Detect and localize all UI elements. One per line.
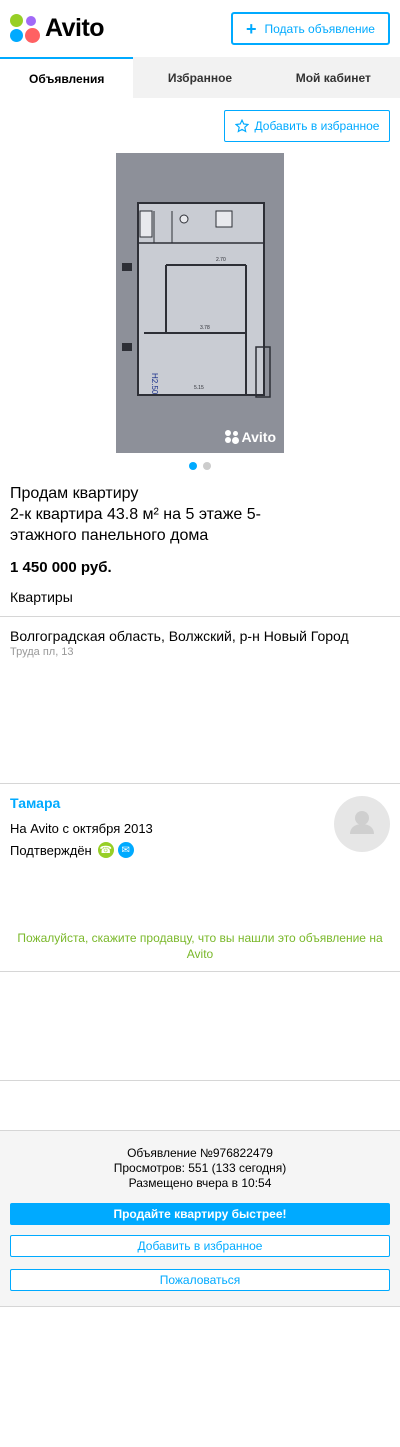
seller-notice: Пожалуйста, скажите продавцу, что вы наш… (17, 931, 383, 961)
seller-since: На Avito с октября 2013 (10, 821, 153, 836)
listing-address: Волгоградская область, Волжский, р-н Нов… (10, 628, 349, 644)
tab-label: Избранное (167, 70, 233, 85)
listing-street: Труда пл, 13 (10, 646, 74, 658)
tab-favorites[interactable]: Избранное (133, 57, 266, 98)
divider (0, 616, 400, 617)
plan-label: H2.50 (150, 373, 159, 395)
seller-verified: Подтверждён ☎ ✉ (10, 842, 134, 858)
listing-category: Квартиры (10, 589, 73, 605)
plan-label: 5.15 (194, 385, 204, 391)
tab-listings[interactable]: Объявления (0, 57, 134, 98)
avatar (334, 796, 390, 852)
divider (0, 971, 400, 972)
floor-plan-image: 2.70 3.78 5.15 H2.50 (116, 153, 284, 453)
divider (0, 1080, 400, 1081)
plan-label: 2.70 (216, 257, 226, 263)
avito-watermark: Avito (224, 429, 276, 445)
tab-label: Объявления (29, 71, 105, 86)
star-icon (234, 119, 249, 133)
add-to-favorites-button[interactable]: Добавить в избранное (224, 110, 390, 142)
plan-label: 3.78 (200, 325, 210, 331)
report-button[interactable]: Пожаловаться (10, 1269, 390, 1291)
posted-time: Размещено вчера в 10:54 (128, 1176, 272, 1190)
ad-number: Объявление №976822479 (127, 1146, 273, 1160)
user-silhouette-icon (350, 811, 374, 834)
pager-dot-active[interactable] (189, 462, 197, 470)
tab-label: Мой кабинет (295, 70, 371, 85)
view-count: Просмотров: 551 (133 сегодня) (113, 1161, 287, 1175)
add-to-favorites-label: Добавить в избранное (254, 119, 380, 133)
post-ad-button[interactable]: + Подать объявление (231, 12, 390, 45)
listing-footer: Объявление №976822479 Просмотров: 551 (1… (0, 1130, 400, 1307)
phone-verified-icon: ☎ (97, 842, 114, 858)
photo-pager (189, 462, 217, 470)
logo-text: Avito (45, 14, 105, 42)
verified-label: Подтверждён (10, 842, 92, 858)
add-favorite-button[interactable]: Добавить в избранное (10, 1235, 390, 1257)
avito-logo[interactable]: Avito (10, 14, 105, 43)
header: Avito + Подать объявление (0, 0, 400, 57)
sell-faster-button[interactable]: Продайте квартиру быстрее! (10, 1203, 390, 1225)
pager-dot[interactable] (203, 462, 211, 470)
post-ad-label: Подать объявление (264, 21, 375, 36)
listing-stats: Объявление №976822479 Просмотров: 551 (1… (0, 1146, 400, 1191)
listing-title: Продам квартиру 2-к квартира 43.8 м² на … (10, 485, 261, 544)
email-verified-icon: ✉ (117, 842, 134, 858)
logo-dots-icon (10, 14, 40, 43)
main-tabs: Объявления Избранное Мой кабинет (0, 57, 400, 98)
seller-name[interactable]: Тамара (10, 795, 60, 811)
watermark-text: Avito (241, 429, 276, 445)
listing-price: 1 450 000 руб. (10, 559, 112, 576)
divider (0, 783, 400, 784)
plus-icon: + (246, 18, 257, 39)
watermark-logo-icon (224, 430, 239, 444)
listing-photo[interactable]: 2.70 3.78 5.15 H2.50 Avito (116, 153, 284, 453)
tab-my-account[interactable]: Мой кабинет (267, 57, 400, 98)
